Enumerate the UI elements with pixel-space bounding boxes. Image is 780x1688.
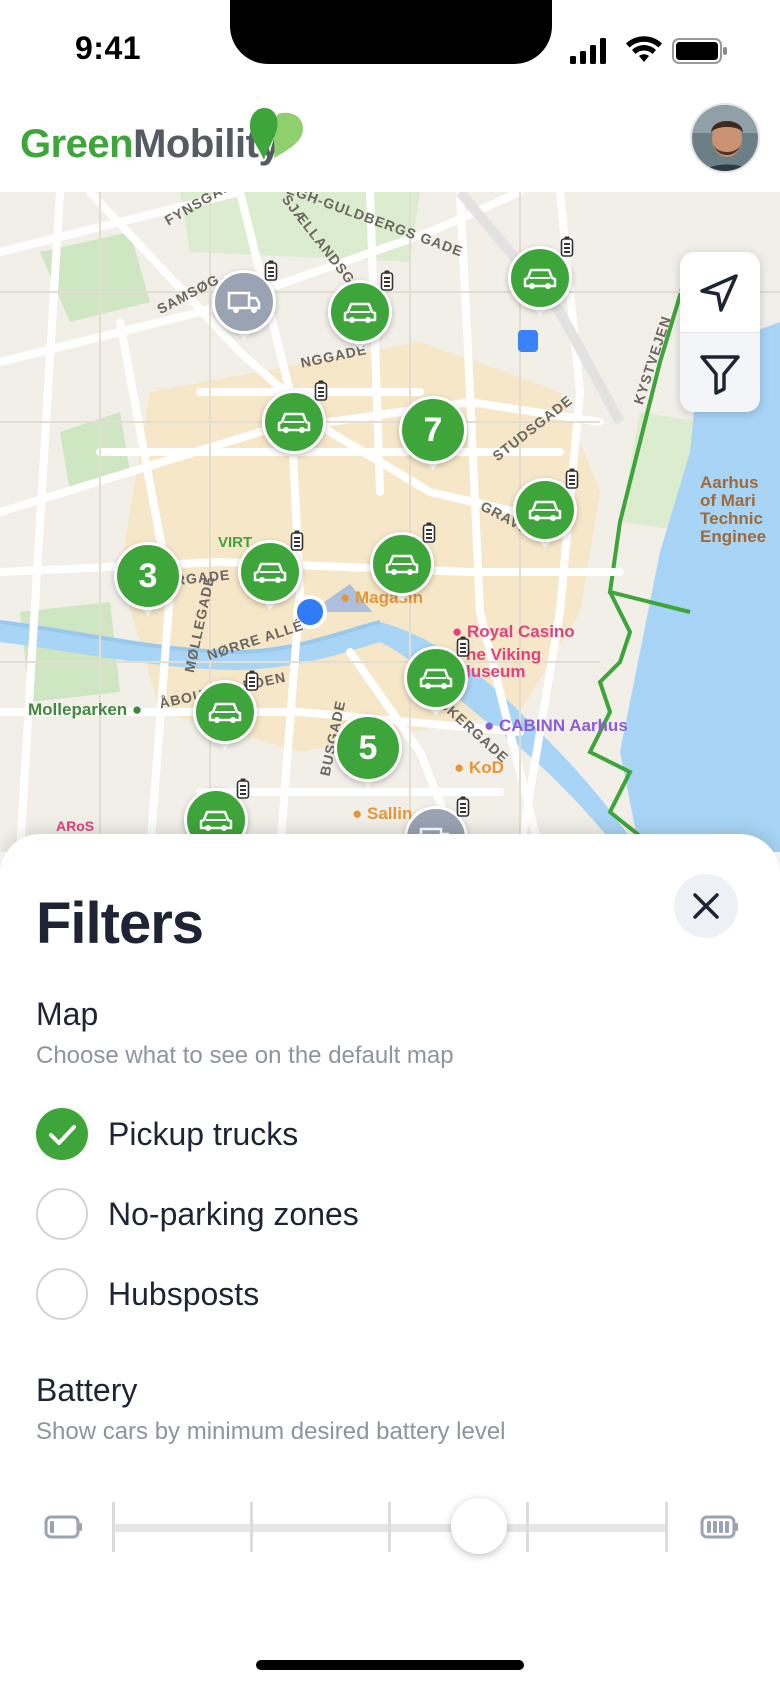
slider-tick (112, 1502, 115, 1552)
battery-full-icon (700, 1515, 738, 1539)
cluster-count: 7 (423, 410, 443, 449)
map-section-title: Map (36, 996, 99, 1032)
close-icon (693, 893, 719, 919)
option-label: No-parking zones (108, 1196, 359, 1232)
map-view[interactable]: FYNSGADE NØRRE ALLÉ VESTERGADE SJÆLLANDS… (0, 192, 780, 852)
poi-molleparken[interactable]: Molleparken ● (28, 700, 142, 720)
poi-label: Royal Casino (467, 622, 575, 641)
poi-aarhus-school[interactable]: Aarhus of Mari Technic Enginee (700, 474, 766, 546)
poi-label: CABINN Aarhus (499, 716, 628, 735)
slider-tick (388, 1502, 391, 1552)
battery-badge-icon (236, 778, 250, 805)
poi-label: KoD (469, 758, 504, 777)
locate-me-button[interactable] (680, 252, 760, 332)
vehicle-cluster[interactable]: 3 (114, 542, 182, 610)
status-time: 9:41 (75, 30, 142, 66)
filters-sheet (0, 834, 780, 1688)
home-indicator (256, 1660, 524, 1670)
close-button[interactable] (674, 874, 738, 938)
option-label: Pickup trucks (108, 1116, 299, 1152)
checkbox-checked[interactable] (36, 1108, 88, 1160)
battery-slider-thumb[interactable] (451, 1498, 507, 1554)
user-avatar[interactable] (690, 103, 760, 173)
vehicle-cluster[interactable]: 5 (334, 714, 402, 782)
option-no-parking-zones[interactable]: No-parking zones (36, 1188, 716, 1244)
poi-cabinn[interactable]: ● CABINN Aarhus (484, 716, 628, 736)
battery-badge-icon (290, 530, 304, 557)
vehicle-cluster[interactable]: 7 (399, 396, 467, 464)
option-label: Hubsposts (108, 1276, 260, 1312)
battery-badge-icon (245, 670, 259, 697)
map-section-subtitle: Choose what to see on the default map (36, 1042, 454, 1069)
app-logo: GreenMobility (20, 122, 281, 167)
slider-tick (526, 1502, 529, 1552)
logo-leaf-icon (249, 108, 304, 160)
battery-badge-icon (380, 270, 394, 297)
filter-button[interactable] (680, 332, 760, 412)
battery-badge-icon (422, 522, 436, 549)
poi-kod[interactable]: ● KoD (454, 758, 504, 778)
battery-badge-icon (264, 260, 278, 287)
battery-section-subtitle: Show cars by minimum desired battery lev… (36, 1418, 506, 1445)
battery-badge-icon (456, 796, 470, 823)
battery-status-icon (672, 38, 727, 64)
poi-viking-museum[interactable]: he Viking luseum (466, 646, 541, 680)
cellular-signal-icon (570, 38, 606, 64)
option-hubsposts[interactable]: Hubsposts (36, 1268, 716, 1324)
map-controls (680, 252, 760, 412)
option-pickup-trucks[interactable]: Pickup trucks (36, 1108, 716, 1164)
poi-label: Sallin (367, 804, 413, 823)
checkmark-icon (49, 1125, 76, 1145)
poi-salling[interactable]: ● Sallin (352, 804, 412, 824)
battery-low-icon (44, 1515, 82, 1539)
checkbox-unchecked[interactable] (36, 1188, 88, 1240)
sheet-title: Filters (36, 891, 204, 956)
device-notch (230, 0, 552, 64)
logo-green-word: Green (20, 122, 134, 166)
wifi-icon (626, 36, 662, 62)
cluster-count: 3 (138, 556, 158, 595)
battery-badge-icon (560, 236, 574, 263)
slider-tick (250, 1502, 253, 1552)
navigation-arrow-icon (700, 274, 738, 312)
poi-aros[interactable]: ARoS (56, 818, 94, 834)
poi-label: Molleparken (28, 700, 128, 719)
battery-section-title: Battery (36, 1372, 138, 1408)
filter-funnel-icon (700, 355, 740, 395)
battery-badge-icon (565, 468, 579, 495)
slider-tick (665, 1502, 668, 1552)
checkbox-unchecked[interactable] (36, 1268, 88, 1320)
battery-badge-icon (456, 636, 470, 663)
battery-badge-icon (314, 380, 328, 407)
cluster-count: 5 (358, 728, 378, 767)
poi-royal-casino[interactable]: ● Royal Casino (452, 622, 575, 642)
